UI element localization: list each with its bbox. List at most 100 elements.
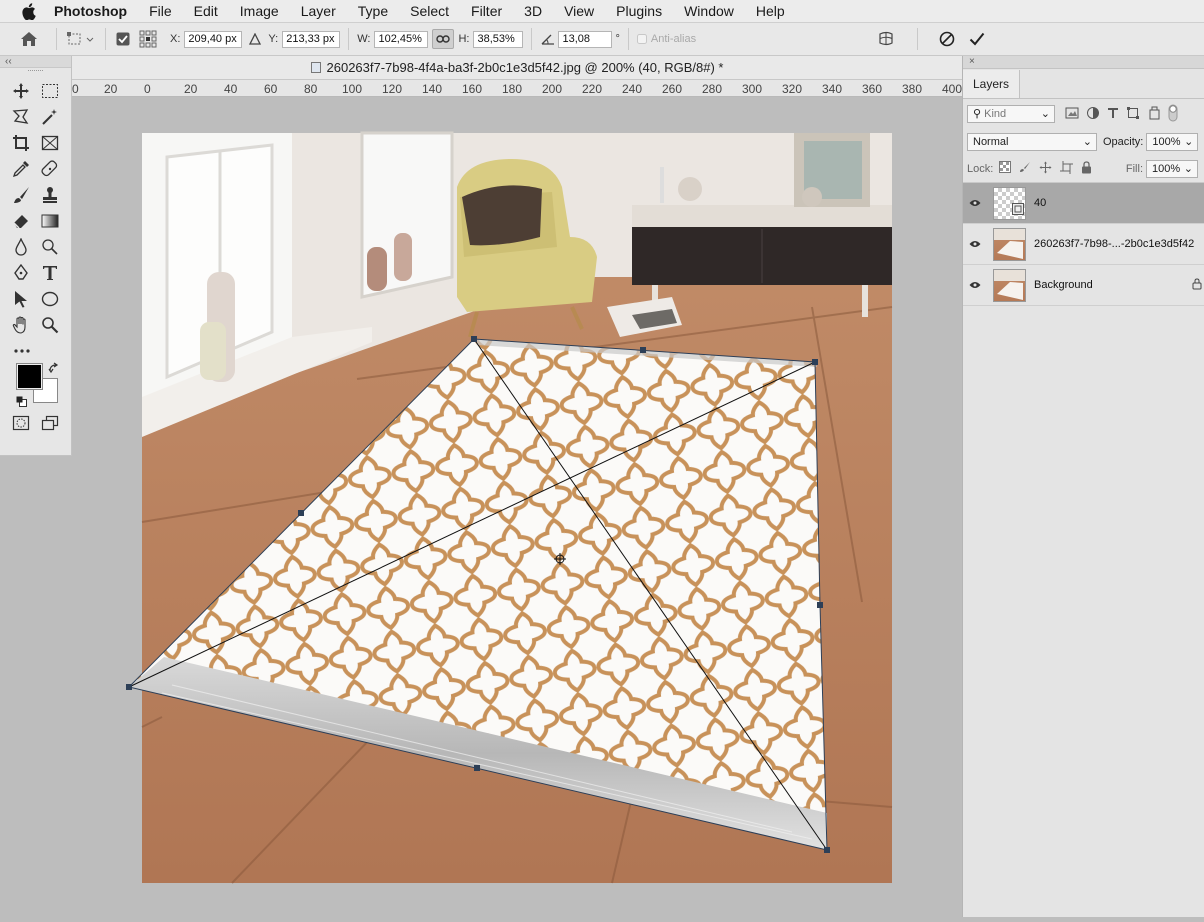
filter-adjustment-icon[interactable] xyxy=(1086,106,1100,123)
commit-transform-icon[interactable] xyxy=(962,28,992,50)
height-field[interactable]: 38,53% xyxy=(473,30,524,48)
reference-point-grid-icon[interactable] xyxy=(134,28,162,50)
document-canvas[interactable] xyxy=(72,97,962,917)
dodge-tool-icon[interactable] xyxy=(38,236,62,258)
eye-icon[interactable] xyxy=(963,281,987,289)
fill-value: 100% xyxy=(1152,162,1181,175)
move-tool-icon[interactable] xyxy=(9,80,33,102)
ruler-label: 20 xyxy=(104,82,118,96)
menu-select[interactable]: Select xyxy=(399,3,460,19)
clone-stamp-icon[interactable] xyxy=(38,184,62,206)
ruler-label: 340 xyxy=(822,82,843,96)
gradient-tool-icon[interactable] xyxy=(38,210,62,232)
swap-colors-icon[interactable] xyxy=(48,361,60,379)
screen-mode-icon[interactable] xyxy=(38,412,62,434)
menu-edit[interactable]: Edit xyxy=(183,3,229,19)
reference-point-checkbox[interactable] xyxy=(112,28,134,50)
eyedropper-tool-icon[interactable] xyxy=(9,158,33,180)
menu-view[interactable]: View xyxy=(553,3,605,19)
chevron-down-icon: ⌄ xyxy=(1183,162,1193,175)
lock-all-icon[interactable] xyxy=(1081,160,1092,177)
type-tool-icon[interactable] xyxy=(38,262,62,284)
angle-unit: ° xyxy=(615,33,620,45)
tab-layers[interactable]: Layers xyxy=(963,70,1021,98)
lasso-tool-icon[interactable] xyxy=(9,106,33,128)
healing-brush-icon[interactable] xyxy=(38,158,62,180)
foreground-color-swatch[interactable] xyxy=(16,363,43,390)
lock-transparent-icon[interactable] xyxy=(999,161,1012,176)
layer-row[interactable]: 260263f7-7b98-...-2b0c1e3d5f42 xyxy=(963,224,1204,265)
menu-app-name[interactable]: Photoshop xyxy=(54,3,138,19)
rotate-angle-field[interactable]: 13,08 xyxy=(558,30,613,48)
menu-layer[interactable]: Layer xyxy=(290,3,347,19)
filter-type-icon[interactable] xyxy=(1107,107,1119,122)
menu-type[interactable]: Type xyxy=(347,3,399,19)
canvas-area[interactable] xyxy=(72,97,962,917)
fill-field[interactable]: 100% ⌄ xyxy=(1146,159,1198,178)
more-tools-icon[interactable] xyxy=(10,340,34,362)
ruler-label: 400 xyxy=(942,82,962,96)
lock-position-icon[interactable] xyxy=(1039,161,1052,177)
ruler-label: 220 xyxy=(582,82,603,96)
smart-object-icon xyxy=(1012,202,1024,218)
filter-smart-object-icon[interactable] xyxy=(1147,106,1161,123)
filter-kind-label: Kind xyxy=(984,108,1007,120)
hand-tool-icon[interactable] xyxy=(9,314,33,336)
magic-wand-icon[interactable] xyxy=(38,106,62,128)
apple-icon[interactable] xyxy=(18,2,40,20)
menu-file[interactable]: File xyxy=(138,3,183,19)
filter-shape-icon[interactable] xyxy=(1126,106,1140,123)
tools-collapse-icon[interactable]: ‹‹ xyxy=(0,56,71,68)
ruler-label: 0 xyxy=(144,82,151,96)
default-colors-icon[interactable] xyxy=(16,394,27,412)
document-tab[interactable]: 260263f7-7b98-4f4a-ba3f-2b0c1e3d5f42.jpg… xyxy=(72,56,962,80)
filter-pixel-icon[interactable] xyxy=(1065,107,1079,122)
ruler-label: 0 xyxy=(72,82,79,96)
crop-tool-icon[interactable] xyxy=(9,132,33,154)
antialias-checkbox[interactable] xyxy=(635,28,649,50)
home-icon[interactable] xyxy=(8,28,50,50)
width-field[interactable]: 102,45% xyxy=(374,30,429,48)
lock-artboard-icon[interactable] xyxy=(1060,160,1074,177)
menu-help[interactable]: Help xyxy=(745,3,796,19)
relative-position-icon[interactable] xyxy=(242,28,268,50)
opacity-value: 100% xyxy=(1152,136,1181,148)
x-position-field[interactable]: 209,40 px xyxy=(184,30,243,48)
cancel-transform-icon[interactable] xyxy=(932,28,962,50)
warp-mode-icon[interactable] xyxy=(871,28,901,50)
ruler-label: 80 xyxy=(304,82,318,96)
eye-icon[interactable] xyxy=(963,240,987,248)
opacity-field[interactable]: 100% ⌄ xyxy=(1146,133,1199,151)
menu-plugins[interactable]: Plugins xyxy=(605,3,673,19)
menu-filter[interactable]: Filter xyxy=(460,3,513,19)
eraser-tool-icon[interactable] xyxy=(9,210,33,232)
zoom-tool-icon[interactable] xyxy=(38,314,62,336)
path-selection-icon[interactable] xyxy=(9,288,33,310)
menu-window[interactable]: Window xyxy=(673,3,745,19)
brush-tool-icon[interactable] xyxy=(9,184,33,206)
ruler-label: 60 xyxy=(264,82,278,96)
horizontal-ruler[interactable]: 0 20 0 20 40 60 80 100 120 140 160 180 2… xyxy=(72,80,962,97)
ruler-label: 160 xyxy=(462,82,483,96)
menu-3d[interactable]: 3D xyxy=(513,3,553,19)
transform-preset-icon[interactable] xyxy=(63,28,99,50)
frame-tool-icon[interactable] xyxy=(38,132,62,154)
blur-tool-icon[interactable] xyxy=(9,236,33,258)
eye-icon[interactable] xyxy=(963,199,987,207)
link-icon[interactable] xyxy=(432,29,455,49)
pen-tool-icon[interactable] xyxy=(9,262,33,284)
layer-row[interactable]: Background xyxy=(963,265,1204,306)
layer-filter-kind[interactable]: ⚲ Kind ⌄ xyxy=(967,105,1055,123)
marquee-tool-icon[interactable] xyxy=(38,80,62,102)
filter-toggle-icon[interactable] xyxy=(1168,104,1178,125)
panel-close-icon[interactable]: × xyxy=(963,56,1204,69)
layer-row[interactable]: 40 xyxy=(963,183,1204,224)
menu-image[interactable]: Image xyxy=(229,3,290,19)
ruler-label: 120 xyxy=(382,82,403,96)
lock-pixels-icon[interactable] xyxy=(1019,161,1031,176)
ellipse-tool-icon[interactable] xyxy=(38,288,62,310)
blend-mode-select[interactable]: Normal ⌄ xyxy=(967,133,1097,151)
y-position-field[interactable]: 213,33 px xyxy=(282,30,341,48)
chevron-down-icon: ⌄ xyxy=(1082,136,1092,148)
quick-mask-icon[interactable] xyxy=(9,412,33,434)
